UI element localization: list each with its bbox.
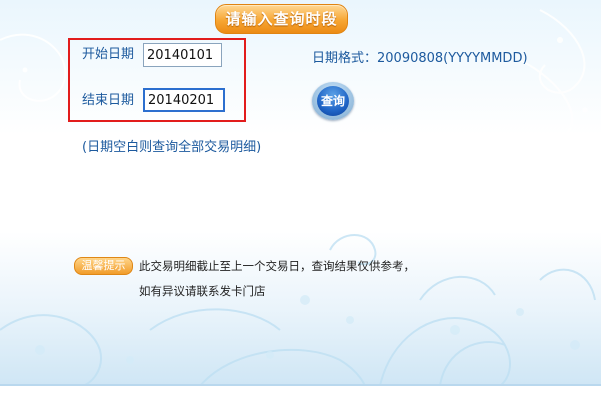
end-date-label: 结束日期: [82, 93, 135, 108]
query-button-label: 查询: [317, 86, 349, 116]
start-date-label: 开始日期: [82, 47, 135, 62]
date-format-hint: 日期格式：20090808(YYYYMMDD): [312, 51, 528, 66]
tip-line-1: 此交易明细截止至上一个交易日，查询结果仅供参考，: [139, 259, 415, 273]
end-date-input[interactable]: [143, 88, 225, 112]
panel-border: [0, 384, 601, 386]
query-button[interactable]: 查询: [312, 82, 354, 120]
tip-badge: 温馨提示: [74, 257, 133, 275]
start-date-input[interactable]: [143, 43, 222, 67]
page-title: 请输入查询时段: [215, 4, 348, 34]
tip-line-2: 如有异议请联系发卡门店: [139, 284, 266, 298]
empty-date-hint: (日期空白则查询全部交易明细): [82, 140, 262, 155]
